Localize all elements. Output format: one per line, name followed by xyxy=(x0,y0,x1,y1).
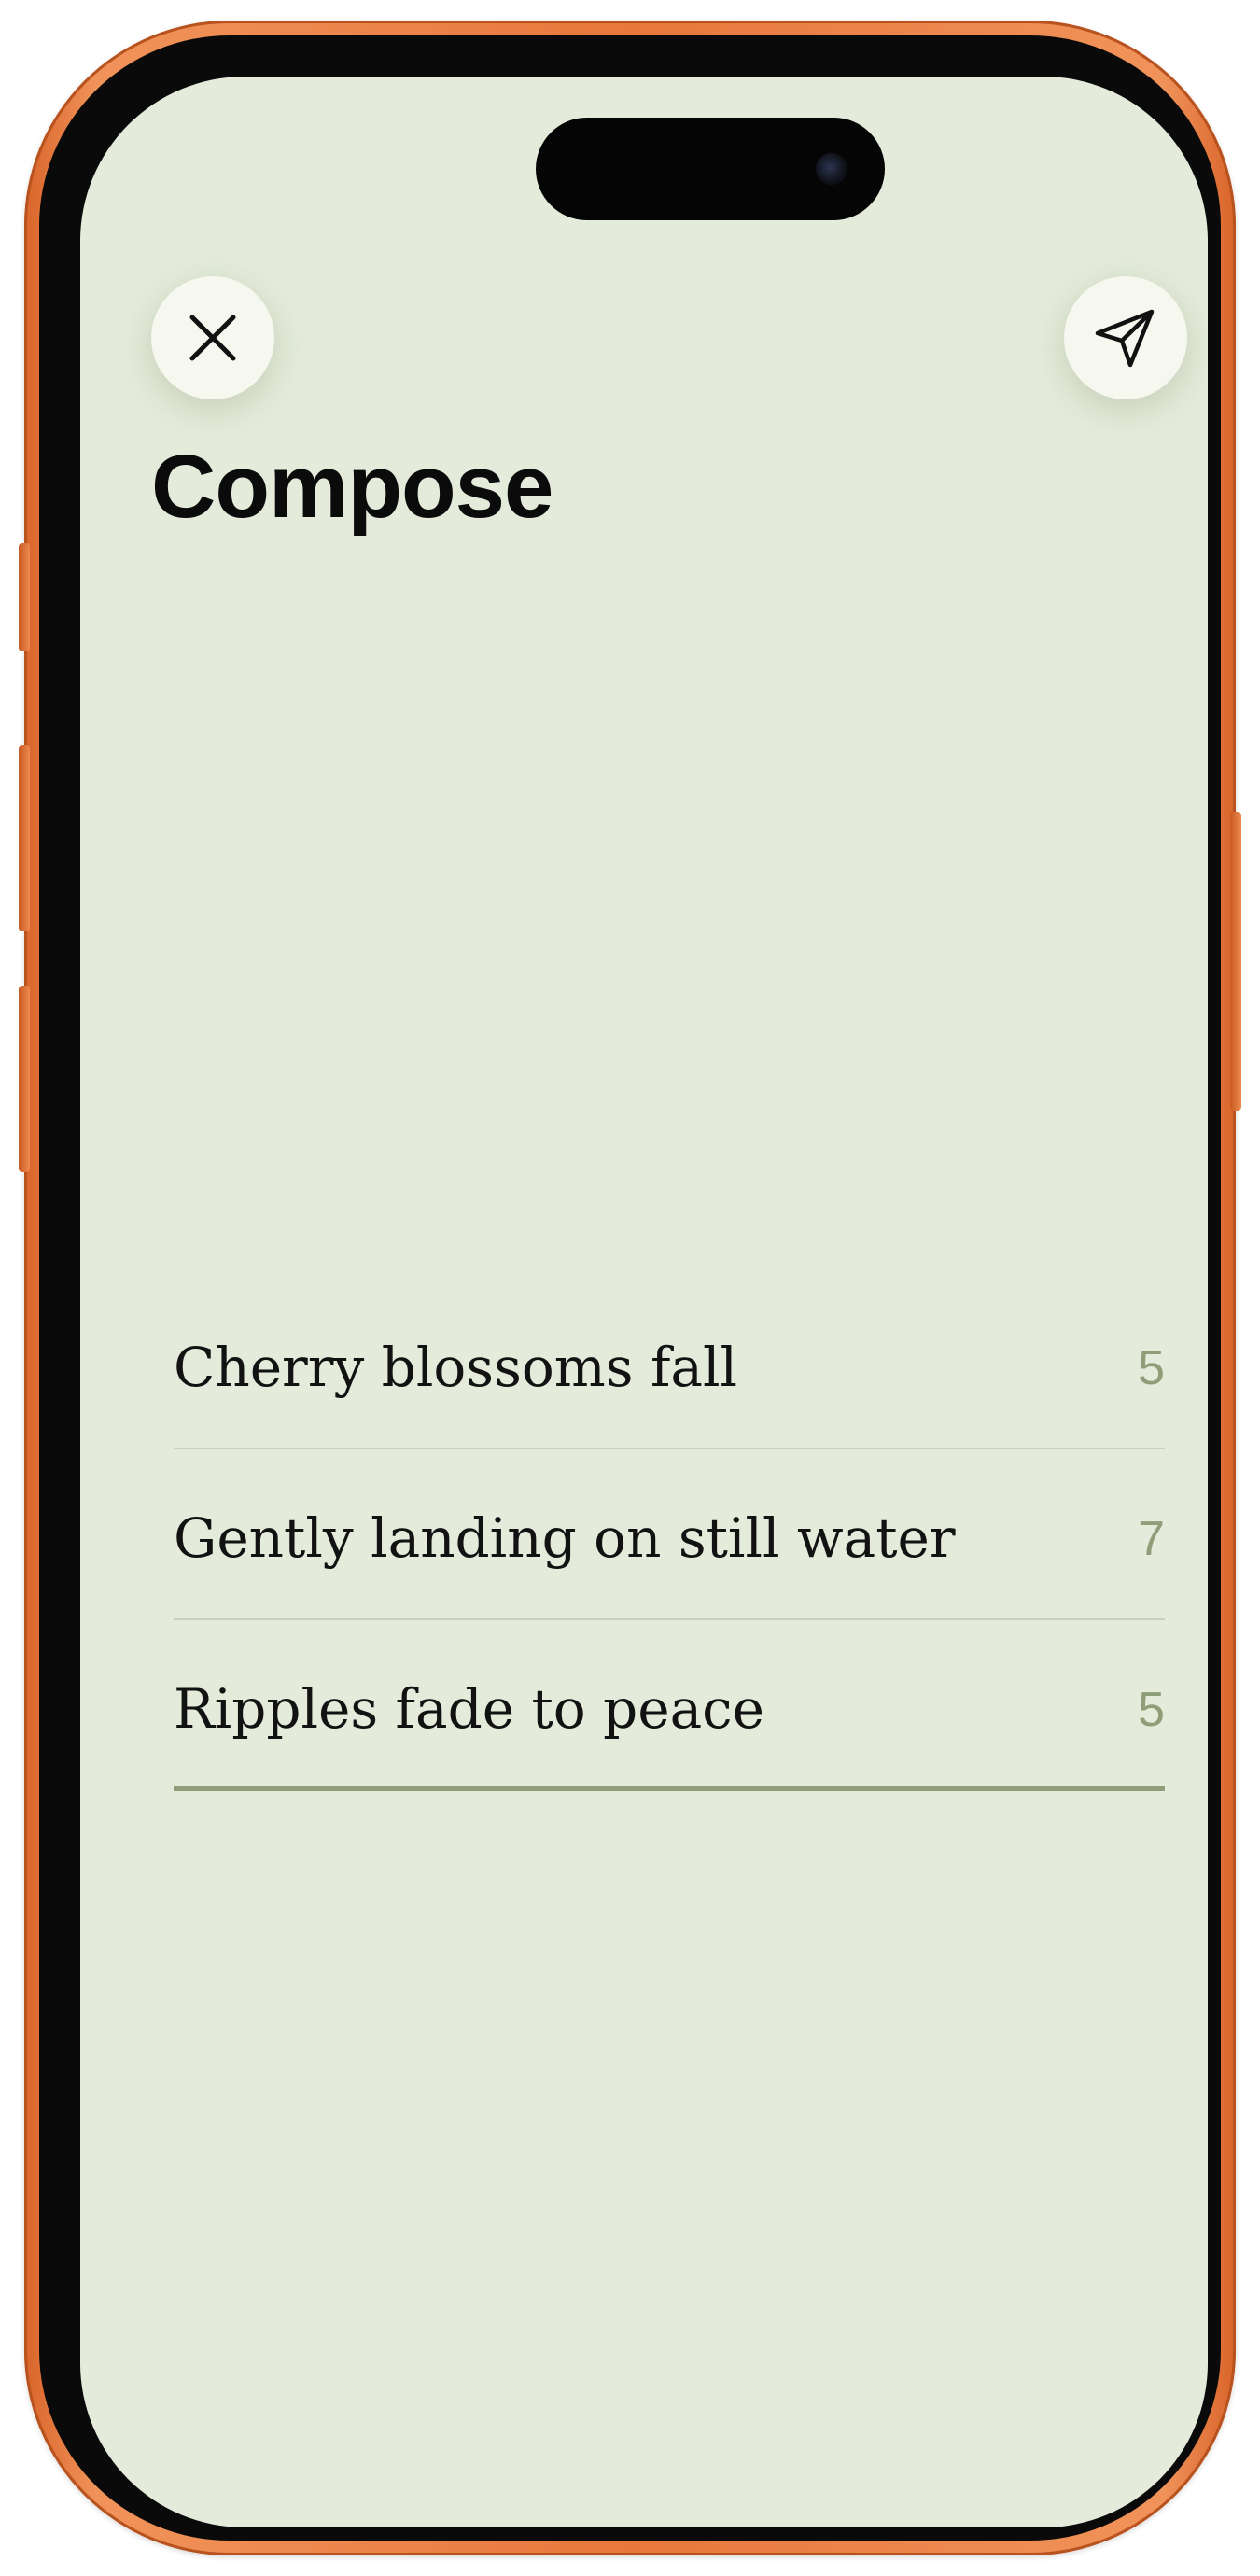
volume-down-button xyxy=(19,986,30,1172)
syllable-count: 5 xyxy=(1138,1683,1165,1737)
haiku-line-text[interactable]: Gently landing on still water xyxy=(174,1511,956,1565)
action-button xyxy=(19,543,30,651)
syllable-count: 5 xyxy=(1138,1341,1165,1395)
haiku-line-2[interactable]: Gently landing on still water 7 xyxy=(174,1449,1165,1620)
haiku-line-1[interactable]: Cherry blossoms fall 5 xyxy=(174,1279,1165,1449)
syllable-count: 7 xyxy=(1138,1512,1165,1566)
volume-up-button xyxy=(19,745,30,931)
phone-frame: Compose Cherry blossoms fall 5 Gently la… xyxy=(19,21,1241,2555)
power-button xyxy=(1230,812,1241,1111)
camera-lens xyxy=(816,153,847,185)
close-button[interactable] xyxy=(151,276,274,399)
send-button[interactable] xyxy=(1064,276,1187,399)
compose-screen: Compose Cherry blossoms fall 5 Gently la… xyxy=(80,77,1208,2527)
haiku-line-text[interactable]: Ripples fade to peace xyxy=(174,1682,764,1736)
page-title: Compose xyxy=(151,437,553,537)
send-paper-plane-icon xyxy=(1095,309,1155,368)
close-icon xyxy=(189,315,236,361)
haiku-lines: Cherry blossoms fall 5 Gently landing on… xyxy=(174,1279,1165,1791)
haiku-line-3[interactable]: Ripples fade to peace 5 xyxy=(174,1620,1165,1791)
haiku-line-text[interactable]: Cherry blossoms fall xyxy=(174,1340,737,1394)
phone-bezel: Compose Cherry blossoms fall 5 Gently la… xyxy=(39,35,1221,2541)
dynamic-island xyxy=(536,118,885,220)
